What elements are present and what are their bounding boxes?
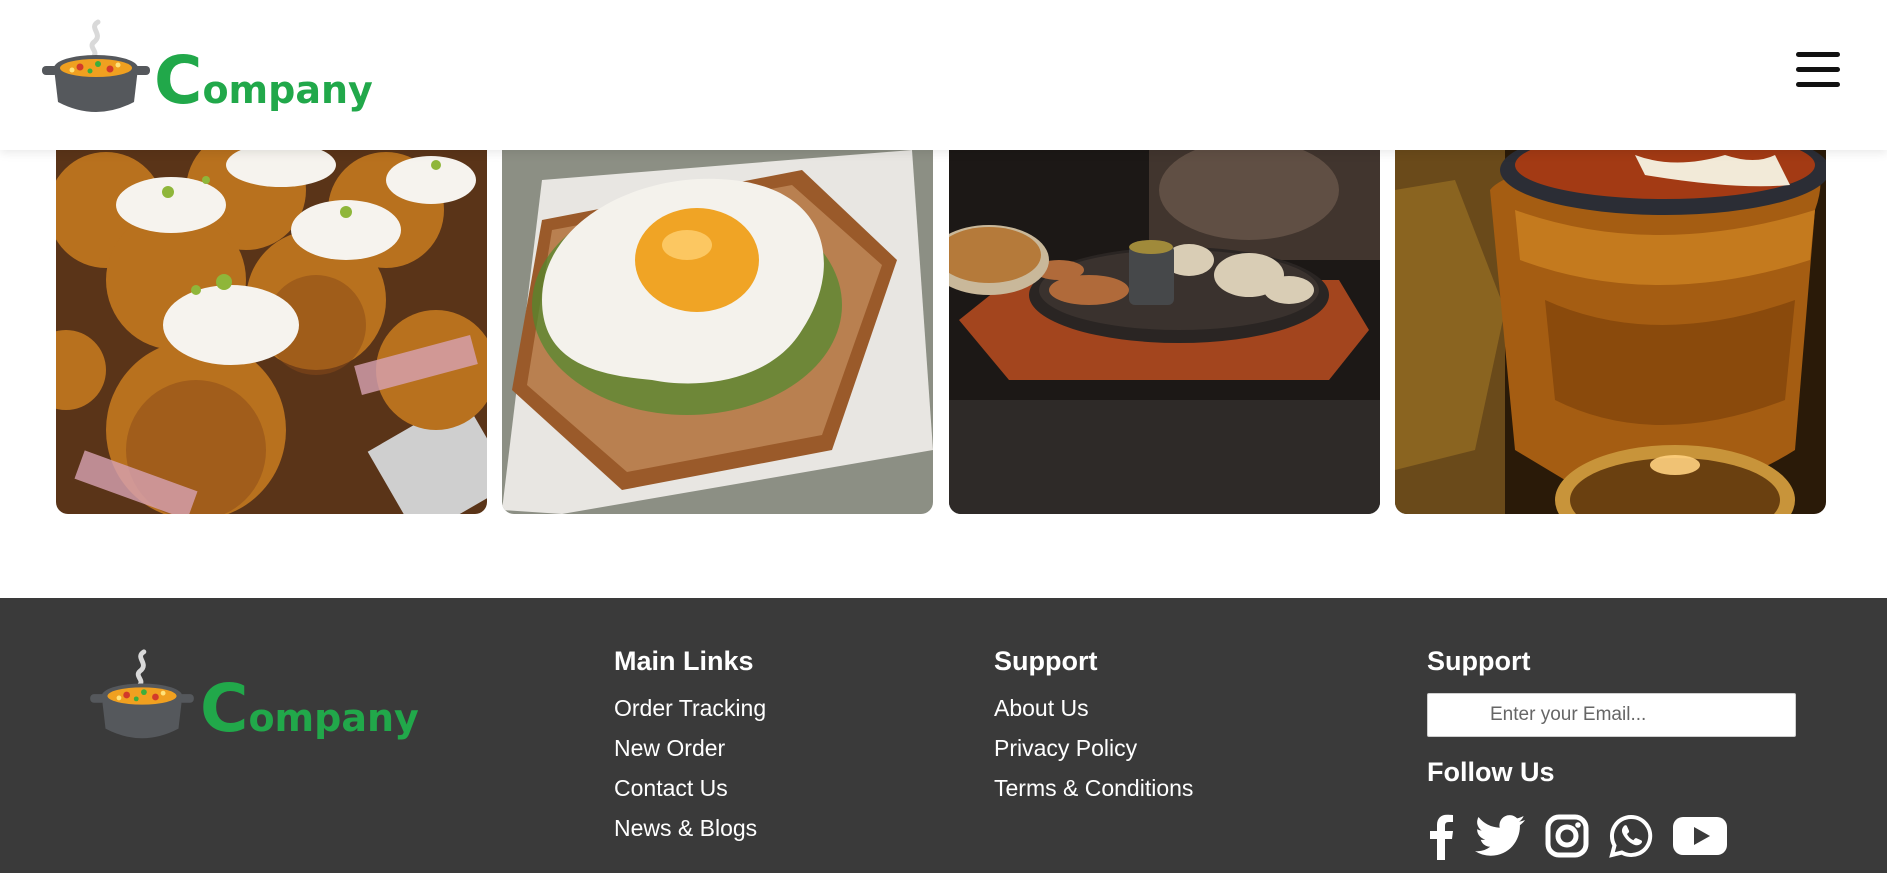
cooking-pot-icon bbox=[90, 649, 194, 739]
link-terms-conditions[interactable]: Terms & Conditions bbox=[994, 775, 1193, 801]
whatsapp-icon[interactable] bbox=[1609, 812, 1653, 860]
food-gallery bbox=[56, 150, 1828, 514]
gallery-image-cupcakes[interactable] bbox=[56, 150, 487, 514]
header-logo[interactable]: Company bbox=[40, 18, 373, 118]
main-links-title: Main Links bbox=[614, 646, 754, 676]
email-input[interactable] bbox=[1427, 693, 1796, 737]
youtube-icon[interactable] bbox=[1673, 812, 1727, 860]
facebook-icon[interactable] bbox=[1427, 812, 1455, 860]
instagram-icon[interactable] bbox=[1545, 812, 1589, 860]
support-column: Support About Us Privacy Policy Terms & … bbox=[994, 646, 1193, 815]
gallery-image-sizzler[interactable] bbox=[949, 150, 1380, 514]
link-new-order[interactable]: New Order bbox=[614, 735, 725, 761]
newsletter-column: Support Follow Us bbox=[1427, 646, 1797, 860]
site-footer: Company Main Links Order Tracking New Or… bbox=[0, 598, 1887, 873]
link-privacy-policy[interactable]: Privacy Policy bbox=[994, 735, 1137, 761]
newsletter-title: Support bbox=[1427, 646, 1531, 676]
footer-logo[interactable]: Company bbox=[86, 648, 419, 744]
brand-name: Company bbox=[154, 42, 373, 119]
link-about-us[interactable]: About Us bbox=[994, 695, 1089, 721]
link-order-tracking[interactable]: Order Tracking bbox=[614, 695, 766, 721]
hamburger-menu-icon[interactable] bbox=[1796, 50, 1840, 90]
support-title: Support bbox=[994, 646, 1098, 676]
gallery-image-egg-toast[interactable] bbox=[502, 150, 933, 514]
twitter-icon[interactable] bbox=[1475, 812, 1525, 860]
gallery-image-curry-pot[interactable] bbox=[1395, 150, 1826, 514]
follow-us-title: Follow Us bbox=[1427, 757, 1555, 787]
site-header: Company bbox=[0, 0, 1887, 150]
social-links bbox=[1427, 812, 1797, 860]
main-links-column: Main Links Order Tracking New Order Cont… bbox=[614, 646, 766, 855]
link-news-blogs[interactable]: News & Blogs bbox=[614, 815, 757, 841]
link-contact-us[interactable]: Contact Us bbox=[614, 775, 728, 801]
brand-name: Company bbox=[200, 670, 419, 747]
cooking-pot-icon bbox=[42, 19, 150, 112]
